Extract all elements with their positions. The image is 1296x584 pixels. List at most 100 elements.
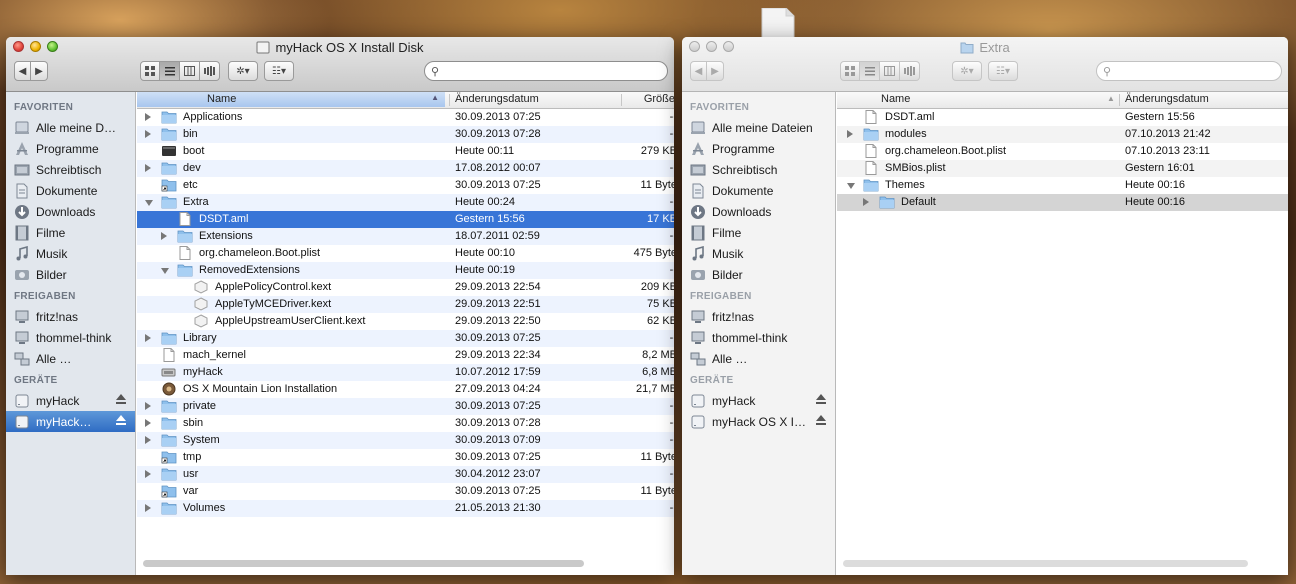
disclosure-closed-icon[interactable] [847,130,853,138]
sidebar-item-programme[interactable]: Programme [682,138,835,159]
action-gear-button[interactable]: ✲▾ [952,61,982,81]
sidebar-item-thommel-think[interactable]: thommel-think [682,327,835,348]
table-row[interactable]: tmp 30.09.2013 07:25 11 Byte [137,449,674,466]
list-view-button[interactable] [160,61,180,81]
table-row[interactable]: var 30.09.2013 07:25 11 Byte [137,483,674,500]
disclosure-closed-icon[interactable] [145,164,151,172]
sidebar-item-filme[interactable]: Filme [6,222,135,243]
arrange-button[interactable]: ☷▾ [264,61,294,81]
file-list[interactable]: Name ▲ Änderungsdatum DSDT.aml Gestern 15… [837,92,1288,575]
back-button[interactable]: ◀ [690,61,707,81]
table-row[interactable]: Volumes 21.05.2013 21:30 -- [137,500,674,517]
sidebar-item-musik[interactable]: Musik [6,243,135,264]
action-gear-button[interactable]: ✲▾ [228,61,258,81]
sidebar-item-myhack[interactable]: myHack [6,390,135,411]
column-view-button[interactable] [880,61,900,81]
table-row[interactable]: ApplePolicyControl.kext 29.09.2013 22:54 2… [137,279,674,296]
column-separator[interactable] [449,94,450,106]
table-row[interactable]: bin 30.09.2013 07:28 -- [137,126,674,143]
coverflow-view-button[interactable] [900,61,920,81]
sidebar-item-thommel-think[interactable]: thommel-think [6,327,135,348]
search-input[interactable] [443,64,660,78]
table-row[interactable]: private 30.09.2013 07:25 -- [137,398,674,415]
table-row[interactable]: usr 30.04.2012 23:07 -- [137,466,674,483]
sidebar-item-programme[interactable]: Programme [6,138,135,159]
sidebar-item-alle[interactable]: Alle … [6,348,135,369]
forward-button[interactable]: ▶ [707,61,724,81]
table-row[interactable]: modules 07.10.2013 21:42 [837,126,1288,143]
table-row[interactable]: myHack 10.07.2012 17:59 6,8 MB [137,364,674,381]
column-header-name[interactable]: Name ▲ [137,92,445,107]
disclosure-closed-icon[interactable] [145,334,151,342]
table-row[interactable]: org.chameleon.Boot.plist 07.10.2013 23:11 [837,143,1288,160]
table-row[interactable]: DSDT.aml Gestern 15:56 [837,109,1288,126]
sidebar-item-myhack[interactable]: myHack… [6,411,135,432]
search-field[interactable]: ⚲ [424,61,668,81]
window-titlebar[interactable]: Extra ◀ ▶ ✲▾ ☷▾ ⚲ [682,37,1288,92]
back-button[interactable]: ◀ [14,61,31,81]
table-row[interactable]: Extensions 18.07.2011 02:59 -- [137,228,674,245]
table-row[interactable]: OS X Mountain Lion Installation 27.09.201… [137,381,674,398]
eject-icon[interactable] [115,414,127,426]
sidebar-item-dokumente[interactable]: Dokumente [682,180,835,201]
column-header-date[interactable]: Änderungsdatum [1125,93,1209,105]
disclosure-closed-icon[interactable] [145,419,151,427]
table-row[interactable]: etc 30.09.2013 07:25 11 Byte [137,177,674,194]
table-row[interactable]: Applications 30.09.2013 07:25 -- [137,109,674,126]
window-titlebar[interactable]: myHack OS X Install Disk ◀ ▶ ✲▾ ☷▾ ⚲ [6,37,674,92]
table-row[interactable]: Library 30.09.2013 07:25 -- [137,330,674,347]
table-row[interactable]: DSDT.aml Gestern 15:56 17 KB [137,211,674,228]
sidebar-item-bilder[interactable]: Bilder [682,264,835,285]
sidebar-item-alle-meine-dateien[interactable]: Alle meine Dateien [682,117,835,138]
disclosure-closed-icon[interactable] [145,402,151,410]
forward-button[interactable]: ▶ [31,61,48,81]
table-row[interactable]: AppleTyMCEDriver.kext 29.09.2013 22:51 75 … [137,296,674,313]
sidebar-item-filme[interactable]: Filme [682,222,835,243]
table-row[interactable]: mach_kernel 29.09.2013 22:34 8,2 MB [137,347,674,364]
eject-icon[interactable] [815,414,827,426]
column-separator[interactable] [1119,94,1120,106]
sidebar-item-fritz-nas[interactable]: fritz!nas [682,306,835,327]
sidebar-item-myhack[interactable]: myHack [682,390,835,411]
column-view-button[interactable] [180,61,200,81]
eject-icon[interactable] [815,393,827,405]
coverflow-view-button[interactable] [200,61,220,81]
disclosure-closed-icon[interactable] [145,504,151,512]
eject-icon[interactable] [115,393,127,405]
sidebar-item-fritz-nas[interactable]: fritz!nas [6,306,135,327]
icon-view-button[interactable] [140,61,160,81]
table-row[interactable]: SMBios.plist Gestern 16:01 [837,160,1288,177]
column-separator[interactable] [621,94,622,106]
sidebar-item-myhack-os-x-i[interactable]: myHack OS X I… [682,411,835,432]
table-row[interactable]: Default Heute 00:16 [837,194,1288,211]
sidebar-item-downloads[interactable]: Downloads [682,201,835,222]
search-field[interactable]: ⚲ [1096,61,1282,81]
sidebar-item-dokumente[interactable]: Dokumente [6,180,135,201]
table-row[interactable]: dev 17.08.2012 00:07 -- [137,160,674,177]
table-row[interactable]: RemovedExtensions Heute 00:19 -- [137,262,674,279]
disclosure-closed-icon[interactable] [145,436,151,444]
search-input[interactable] [1115,64,1280,78]
table-row[interactable]: boot Heute 00:11 279 KB [137,143,674,160]
column-header-date[interactable]: Änderungsdatum [455,93,539,105]
disclosure-open-icon[interactable] [161,268,169,274]
disclosure-open-icon[interactable] [145,200,153,206]
disclosure-closed-icon[interactable] [145,470,151,478]
disclosure-closed-icon[interactable] [145,130,151,138]
column-header-size[interactable]: Größe [627,93,674,105]
icon-view-button[interactable] [840,61,860,81]
sidebar-item-alle-meine-d[interactable]: Alle meine D… [6,117,135,138]
sidebar-item-alle[interactable]: Alle … [682,348,835,369]
disclosure-open-icon[interactable] [847,183,855,189]
horizontal-scrollbar[interactable] [843,560,1248,567]
sidebar-item-schreibtisch[interactable]: Schreibtisch [682,159,835,180]
finder-window-extra[interactable]: Extra ◀ ▶ ✲▾ ☷▾ ⚲ FAVORITEN Alle meine D… [682,37,1288,575]
disclosure-closed-icon[interactable] [161,232,167,240]
arrange-button[interactable]: ☷▾ [988,61,1018,81]
sidebar-item-bilder[interactable]: Bilder [6,264,135,285]
table-row[interactable]: System 30.09.2013 07:09 -- [137,432,674,449]
disclosure-closed-icon[interactable] [863,198,869,206]
table-row[interactable]: Extra Heute 00:24 -- [137,194,674,211]
column-header-name[interactable]: Name [881,93,910,105]
horizontal-scrollbar[interactable] [143,560,584,567]
